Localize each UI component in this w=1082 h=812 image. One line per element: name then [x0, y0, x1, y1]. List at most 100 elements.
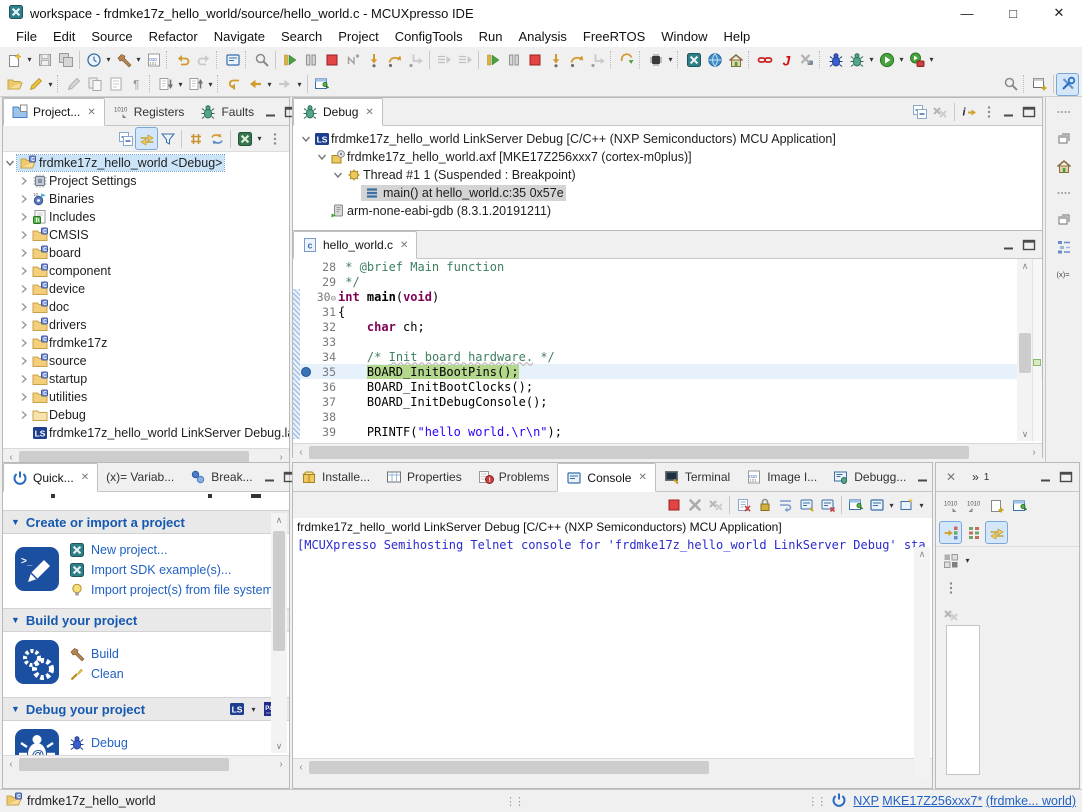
swap-icon[interactable]: [986, 522, 1007, 543]
scroll-up-arrow[interactable]: ∧: [276, 513, 283, 527]
scroll-left-arrow[interactable]: ‹: [293, 762, 309, 773]
home-icon[interactable]: [725, 49, 746, 70]
backgold-icon[interactable]: [244, 74, 265, 95]
resume-icon[interactable]: [279, 49, 300, 70]
menu-run[interactable]: Run: [471, 27, 511, 46]
tree-chevron-icon[interactable]: [17, 247, 31, 259]
project-tree-item[interactable]: Cboard: [3, 244, 289, 262]
bugblue-icon[interactable]: [825, 49, 846, 70]
chipd-icon[interactable]: [645, 49, 666, 70]
binary-icon[interactable]: 010101: [143, 49, 164, 70]
showerr-icon[interactable]: [817, 495, 838, 516]
statusbar-link-mke17z256xxx7[interactable]: MKE17Z256xxx7*: [882, 794, 982, 808]
project-tree-item[interactable]: Cfrdmke17z: [3, 334, 289, 352]
window-close-button[interactable]: ✕: [1036, 0, 1082, 26]
dots4-icon[interactable]: [1053, 101, 1074, 122]
clock-icon[interactable]: [83, 49, 104, 70]
dropdown-arrow-icon[interactable]: ▾: [927, 55, 936, 64]
stepinto-icon[interactable]: [545, 49, 566, 70]
code-text[interactable]: int main(void): [338, 290, 1042, 304]
code-text[interactable]: */: [338, 275, 1042, 289]
quickstart-section-header[interactable]: ▼Build your project: [3, 608, 289, 632]
wrapword-icon[interactable]: [775, 495, 796, 516]
debug-stack-row[interactable]: main() at hello_world.c:35 0x57e: [293, 184, 1042, 202]
tree-chevron-icon[interactable]: [17, 337, 31, 349]
instr-icon[interactable]: [433, 49, 454, 70]
tree-chevron-icon[interactable]: [17, 391, 31, 403]
instr-icon[interactable]: [454, 49, 475, 70]
tab-break[interactable]: Break...: [182, 463, 260, 491]
tab-debugg[interactable]: Debugg...: [825, 463, 914, 491]
dropdown-arrow-icon[interactable]: ▾: [295, 80, 304, 89]
winpin-icon[interactable]: [1009, 495, 1030, 516]
develop-icon[interactable]: [1057, 74, 1078, 95]
removex-icon[interactable]: [684, 495, 705, 516]
tab-terminal[interactable]: Terminal: [656, 463, 738, 491]
statusbar-link-nxp[interactable]: NXP: [853, 794, 879, 808]
b1010b-icon[interactable]: 1010: [963, 495, 984, 516]
collapseall-icon[interactable]: [911, 101, 929, 122]
redo-icon[interactable]: [193, 49, 214, 70]
updoc-icon[interactable]: [185, 74, 206, 95]
consoleic-icon[interactable]: [866, 495, 887, 516]
layouticon-icon[interactable]: [940, 550, 961, 571]
dropdown-arrow-icon[interactable]: ▾: [255, 134, 264, 143]
magnifier-icon[interactable]: [251, 49, 272, 70]
penyellow-icon[interactable]: [25, 74, 46, 95]
quickstart-link-terminate-build-and-debug[interactable]: Terminate, Build and Debug: [69, 755, 245, 756]
quickstart-link-clean[interactable]: Clean: [69, 666, 124, 682]
tree-chevron-icon[interactable]: [315, 151, 329, 163]
removexx-icon[interactable]: [940, 604, 961, 625]
dropdown-arrow-icon[interactable]: ▾: [887, 501, 896, 510]
runcircle-icon[interactable]: [876, 49, 897, 70]
tab-console[interactable]: Console✕: [557, 463, 655, 492]
menu-navigate[interactable]: Navigate: [206, 27, 273, 46]
debug-stack-row[interactable]: arm-none-eabi-gdb (8.3.1.20191211): [293, 202, 1042, 220]
globe-icon[interactable]: [704, 49, 725, 70]
dropdown-arrow-icon[interactable]: ▾: [25, 55, 34, 64]
fwdgray-icon[interactable]: [274, 74, 295, 95]
tab-quick[interactable]: Quick...✕: [3, 463, 98, 492]
quickstart-hscrollbar[interactable]: ‹›: [3, 755, 289, 773]
tree-chevron-icon[interactable]: [17, 409, 31, 421]
stepret-icon[interactable]: [405, 49, 426, 70]
window-maximize-button[interactable]: □: [990, 0, 1036, 26]
tree-chevron-icon[interactable]: [17, 283, 31, 295]
consoleic-icon[interactable]: [222, 49, 243, 70]
dropdown-arrow-icon[interactable]: ▾: [249, 705, 258, 714]
scroll-thumb[interactable]: [1019, 333, 1031, 373]
power-status-icon[interactable]: [831, 792, 847, 811]
tree-chevron-icon[interactable]: [3, 157, 17, 169]
disconnect-icon[interactable]: [796, 49, 817, 70]
project-tree-item[interactable]: Project Settings: [3, 172, 289, 190]
docgray-icon[interactable]: [105, 74, 126, 95]
dock-list-box[interactable]: [946, 625, 980, 775]
tree-chevron-icon[interactable]: [299, 133, 313, 145]
collapse-triangle-icon[interactable]: ▼: [11, 615, 20, 625]
dock-more-tabs[interactable]: »1: [964, 463, 997, 491]
quickstart-link-import-project-s-from-file-system[interactable]: Import project(s) from file system...: [69, 582, 283, 598]
saveall-icon[interactable]: [55, 49, 76, 70]
window-minimize-button[interactable]: —: [944, 0, 990, 26]
tree-chevron-icon[interactable]: [331, 169, 345, 181]
menudots-icon[interactable]: [940, 577, 961, 598]
winpin-icon[interactable]: [311, 74, 332, 95]
menu-help[interactable]: Help: [716, 27, 759, 46]
project-tree-item[interactable]: LSfrdmke17z_hello_world LinkServer Debug…: [3, 424, 289, 442]
removexx-icon[interactable]: [705, 495, 726, 516]
minimize-view-button[interactable]: [1037, 467, 1055, 488]
stepret-icon[interactable]: [587, 49, 608, 70]
outlineblue-icon[interactable]: [1053, 236, 1074, 257]
dropdown-arrow-icon[interactable]: ▾: [46, 80, 55, 89]
code-text[interactable]: BOARD_InitBootClocks();: [338, 380, 1042, 394]
current-line-annotation[interactable]: [1033, 359, 1041, 366]
perspnew-icon[interactable]: [1029, 74, 1050, 95]
minimize-view-button[interactable]: [262, 101, 280, 122]
terminate-icon[interactable]: [663, 495, 684, 516]
hammer-icon[interactable]: [113, 49, 134, 70]
project-tree-item[interactable]: 10Binaries: [3, 190, 289, 208]
gridcolor-icon[interactable]: [963, 522, 984, 543]
minimize-view-button[interactable]: [914, 467, 932, 488]
code-text[interactable]: * @brief Main function: [338, 260, 1042, 274]
scroll-left-arrow[interactable]: ‹: [3, 759, 19, 770]
